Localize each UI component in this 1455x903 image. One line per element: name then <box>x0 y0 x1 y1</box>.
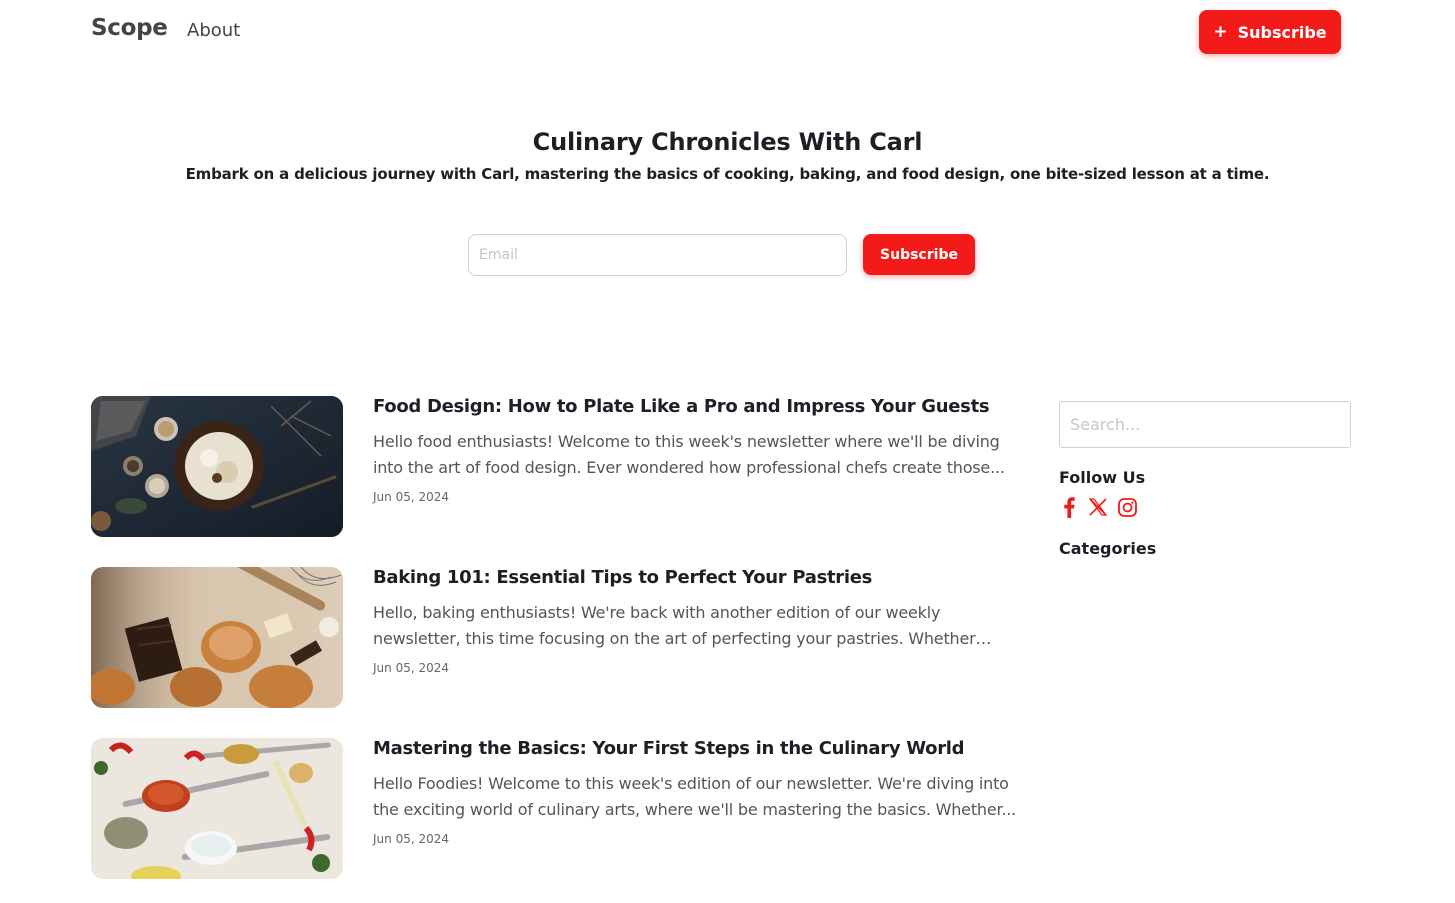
hero-title: Culinary Chronicles With Carl <box>532 128 923 156</box>
social-links <box>1059 496 1137 518</box>
post-excerpt: Hello, baking enthusiasts! We're back wi… <box>373 603 976 648</box>
hero-subscribe-button[interactable]: Subscribe <box>863 234 975 275</box>
plus-icon: + <box>1213 22 1228 42</box>
site-logo[interactable]: Scope <box>91 15 168 41</box>
follow-us-heading: Follow Us <box>1059 468 1146 487</box>
post-date: Jun 05, 2024 <box>373 832 450 846</box>
post-thumbnail-pastries[interactable] <box>91 567 343 708</box>
post-title[interactable]: Mastering the Basics: Your First Steps i… <box>373 738 965 759</box>
nav-about-link[interactable]: About <box>187 20 240 41</box>
post-thumbnail-plated-dessert[interactable] <box>91 396 343 537</box>
post-date: Jun 05, 2024 <box>373 490 450 504</box>
hero-subtitle: Embark on a delicious journey with Carl,… <box>185 165 1270 183</box>
top-navigation: Scope About + Subscribe <box>0 0 1455 64</box>
header-subscribe-button[interactable]: + Subscribe <box>1199 10 1341 54</box>
header-subscribe-label: Subscribe <box>1237 22 1327 42</box>
instagram-icon[interactable] <box>1117 496 1137 518</box>
post-thumbnail-spices[interactable] <box>91 738 343 879</box>
search-input[interactable] <box>1059 401 1351 448</box>
facebook-icon[interactable] <box>1059 496 1079 518</box>
post-excerpt: Hello Foodies! Welcome to this week's ed… <box>373 774 1017 819</box>
post-title[interactable]: Baking 101: Essential Tips to Perfect Yo… <box>373 567 872 588</box>
x-icon[interactable] <box>1088 496 1108 518</box>
post-date: Jun 05, 2024 <box>373 661 450 675</box>
post-card[interactable]: Baking 101: Essential Tips to Perfect Yo… <box>91 567 1031 709</box>
post-title[interactable]: Food Design: How to Plate Like a Pro and… <box>373 396 990 417</box>
email-input[interactable] <box>468 234 847 276</box>
post-card[interactable]: Mastering the Basics: Your First Steps i… <box>91 738 1031 880</box>
post-excerpt: Hello food enthusiasts! Welcome to this … <box>373 432 1005 477</box>
categories-heading: Categories <box>1059 539 1157 558</box>
post-card[interactable]: Food Design: How to Plate Like a Pro and… <box>91 396 1031 538</box>
